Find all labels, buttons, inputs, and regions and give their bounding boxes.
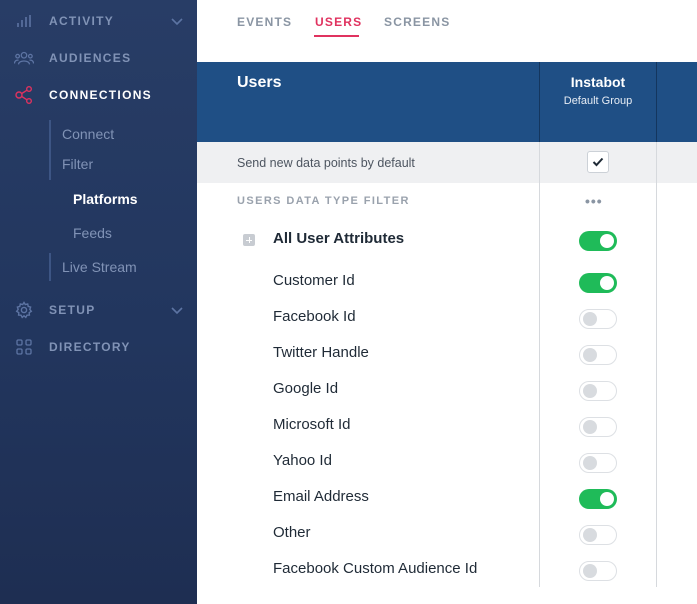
column-divider	[539, 142, 540, 587]
attribute-label: Customer Id	[273, 272, 355, 289]
attribute-toggle[interactable]	[579, 525, 617, 545]
nav-setup[interactable]: SETUP	[0, 298, 197, 322]
attribute-toggle[interactable]	[579, 345, 617, 365]
gear-icon	[14, 300, 34, 320]
attribute-toggle[interactable]	[579, 489, 617, 509]
attribute-label: Yahoo Id	[273, 452, 332, 469]
subnav-platforms[interactable]: Platforms	[73, 191, 138, 207]
subnav-feeds[interactable]: Feeds	[73, 225, 112, 241]
tab-screens[interactable]: SCREENS	[384, 15, 450, 29]
column-divider	[656, 62, 657, 142]
send-default-label: Send new data points by default	[237, 156, 415, 170]
filter-title: USERS DATA TYPE FILTER	[237, 195, 410, 207]
nav-audiences-label: AUDIENCES	[49, 51, 132, 65]
active-tab-indicator	[314, 35, 359, 37]
attribute-label: Microsoft Id	[273, 416, 351, 433]
attribute-toggle[interactable]	[579, 273, 617, 293]
send-default-row: Send new data points by default	[197, 142, 697, 183]
tab-users[interactable]: USERS	[315, 15, 362, 29]
chevron-down-icon[interactable]	[170, 14, 184, 28]
toggle-knob	[583, 564, 597, 578]
nav-directory-label: DIRECTORY	[49, 340, 131, 354]
tab-bar: EVENTS USERS SCREENS	[197, 0, 697, 50]
table-header: Users Instabot Default Group	[197, 62, 697, 142]
attribute-toggle[interactable]	[579, 561, 617, 581]
column-divider	[656, 142, 657, 587]
users-icon	[14, 48, 34, 68]
nav-activity[interactable]: ACTIVITY	[0, 9, 197, 33]
send-default-checkbox[interactable]	[587, 151, 609, 173]
attribute-label: Email Address	[273, 488, 369, 505]
toggle-knob	[583, 348, 597, 362]
grid-icon	[14, 337, 34, 357]
toggle-knob	[600, 276, 614, 290]
chevron-down-icon[interactable]	[170, 303, 184, 317]
toggle-knob	[583, 420, 597, 434]
subnav-line	[49, 253, 51, 281]
tab-events[interactable]: EVENTS	[237, 15, 292, 29]
attribute-label: Other	[273, 524, 311, 541]
nav-audiences[interactable]: AUDIENCES	[0, 46, 197, 70]
toggle-all-attributes[interactable]	[579, 231, 617, 251]
toggle-knob	[600, 492, 614, 506]
nav-activity-label: ACTIVITY	[49, 14, 115, 28]
nav-connections[interactable]: CONNECTIONS	[0, 83, 197, 107]
subnav-connect[interactable]: Connect	[62, 126, 114, 142]
attribute-label: All User Attributes	[273, 230, 405, 247]
column-subtitle: Default Group	[563, 95, 633, 107]
toggle-knob	[583, 528, 597, 542]
app-root: ACTIVITY AUDIENCES CONNECTIONS Connect F…	[0, 0, 697, 604]
attribute-toggle[interactable]	[579, 381, 617, 401]
attribute-toggle[interactable]	[579, 453, 617, 473]
attribute-label: Facebook Id	[273, 308, 356, 325]
bar-chart-icon	[14, 11, 34, 31]
toggle-knob	[583, 456, 597, 470]
attribute-label: Twitter Handle	[273, 344, 369, 361]
nav-connections-label: CONNECTIONS	[49, 88, 152, 102]
subnav-live-stream[interactable]: Live Stream	[62, 259, 137, 275]
connections-icon	[14, 85, 34, 105]
column-title: Instabot	[570, 74, 626, 90]
toggle-knob	[583, 312, 597, 326]
check-icon	[592, 157, 604, 167]
nav-setup-label: SETUP	[49, 303, 96, 317]
expand-icon[interactable]	[243, 234, 255, 246]
toggle-knob	[583, 384, 597, 398]
subnav-line	[49, 120, 51, 180]
attribute-label: Facebook Custom Audience Id	[273, 560, 478, 577]
table-title: Users	[237, 74, 282, 91]
attribute-toggle[interactable]	[579, 417, 617, 437]
nav-directory[interactable]: DIRECTORY	[0, 335, 197, 359]
attribute-toggle[interactable]	[579, 309, 617, 329]
column-divider	[539, 62, 540, 142]
sidebar: ACTIVITY AUDIENCES CONNECTIONS Connect F…	[0, 0, 197, 604]
toggle-knob	[600, 234, 614, 248]
more-options-icon[interactable]: •••	[585, 193, 603, 209]
subnav-filter[interactable]: Filter	[62, 156, 93, 172]
main-content: Users Instabot Default Group Send new da…	[197, 50, 697, 604]
attribute-label: Google Id	[273, 380, 339, 397]
